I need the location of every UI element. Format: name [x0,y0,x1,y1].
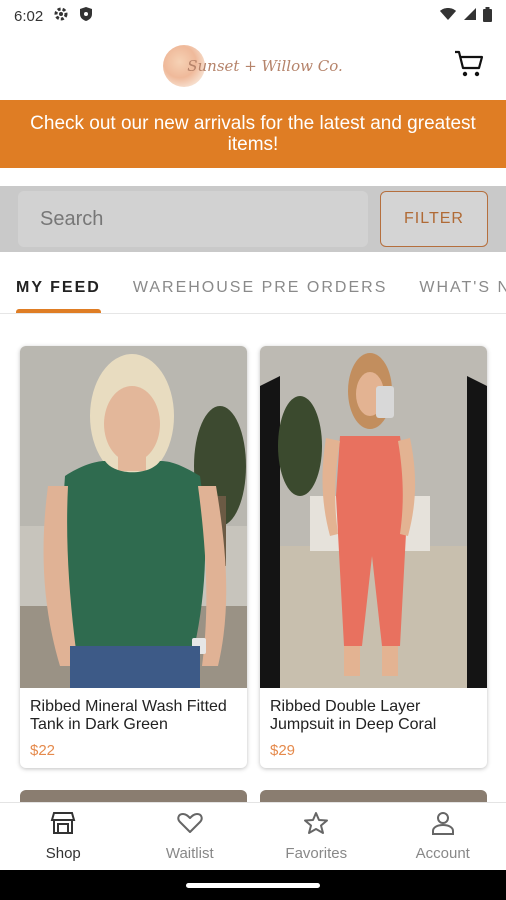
signal-icon [463,7,477,25]
nav-label: Waitlist [165,845,214,862]
promo-banner[interactable]: Check out our new arrivals for the lates… [0,100,506,168]
shop-icon [50,811,76,839]
tab-my-feed[interactable]: MY FEED [0,262,117,313]
shield-icon [79,6,93,26]
cart-icon [454,50,484,82]
nav-shop[interactable]: Shop [0,803,127,870]
tab-warehouse-pre-orders[interactable]: WAREHOUSE PRE ORDERS [117,262,404,313]
app-header: Sunset + Willow Co. [0,32,506,100]
product-title: Ribbed Double Layer Jumpsuit in Deep Cor… [270,698,437,733]
search-bar: Search FILTER [0,186,506,252]
tab-whats-new[interactable]: WHAT'S NEW [403,262,506,313]
search-input[interactable]: Search [18,191,368,247]
product-image[interactable] [20,346,247,688]
heart-icon [177,811,203,839]
brand-logo[interactable]: Sunset + Willow Co. [163,45,343,87]
product-title: Ribbed Mineral Wash Fitted Tank in Dark … [30,698,227,733]
bottom-navigation: Shop Waitlist Favorites Account [0,802,506,870]
star-icon [303,811,329,839]
tab-label: WHAT'S NEW [419,278,506,296]
product-card-partial[interactable] [260,790,487,802]
logo-text: Sunset + Willow Co. [187,57,343,75]
nav-label: Favorites [285,845,348,862]
nav-label: Account [415,845,470,862]
promo-banner-text: Check out our new arrivals for the lates… [30,113,476,155]
nav-label: Shop [45,845,81,862]
next-product-row [20,790,488,802]
battery-icon [483,6,492,26]
wifi-icon [439,7,457,25]
system-gesture-bar [0,870,506,900]
filter-button-label: FILTER [404,210,464,227]
status-bar: 6:02 [0,0,506,32]
nav-waitlist[interactable]: Waitlist [127,803,254,870]
product-image[interactable] [260,346,487,688]
product-card-partial[interactable] [20,790,247,802]
nav-account[interactable]: Account [380,803,506,870]
person-icon [430,811,456,839]
product-price: $22 [30,742,56,759]
category-tabs: MY FEED WAREHOUSE PRE ORDERS WHAT'S NEW [0,262,506,314]
filter-button[interactable]: FILTER [380,191,488,247]
home-gesture-handle[interactable] [186,882,320,888]
product-card[interactable]: Ribbed Mineral Wash Fitted Tank in Dark … [20,346,247,768]
product-card[interactable]: Ribbed Double Layer Jumpsuit in Deep Cor… [260,346,487,768]
search-placeholder: Search [40,207,104,230]
product-price: $29 [270,742,296,759]
tab-label: WAREHOUSE PRE ORDERS [132,278,388,296]
tab-label: MY FEED [16,278,101,296]
gear-icon [53,6,69,26]
product-grid: Ribbed Mineral Wash Fitted Tank in Dark … [20,346,488,768]
cart-button[interactable] [454,50,484,83]
nav-favorites[interactable]: Favorites [253,803,380,870]
status-time: 6:02 [14,7,44,25]
